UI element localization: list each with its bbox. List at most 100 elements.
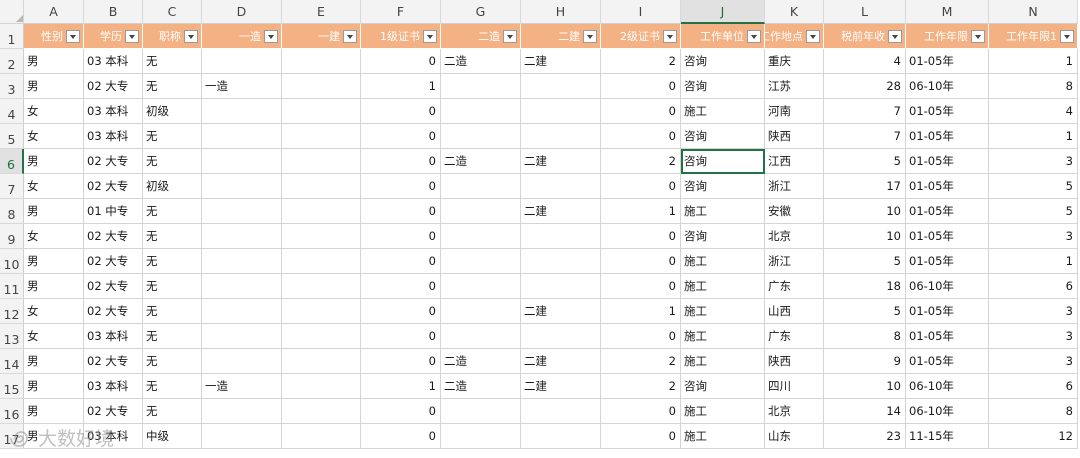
table-cell[interactable]: 二建 (521, 299, 601, 324)
table-cell[interactable]: 0 (601, 424, 681, 449)
table-cell[interactable] (441, 124, 521, 149)
table-cell[interactable]: 二建 (521, 199, 601, 224)
table-header-cell[interactable]: 二造 (441, 24, 521, 49)
table-cell[interactable] (521, 249, 601, 274)
table-cell[interactable]: 无 (143, 249, 202, 274)
table-cell[interactable]: 0 (361, 224, 441, 249)
table-cell[interactable]: 3 (989, 324, 1078, 349)
table-cell[interactable]: 初级 (143, 174, 202, 199)
filter-dropdown-button[interactable] (1060, 30, 1074, 43)
table-cell[interactable]: 6 (989, 274, 1078, 299)
table-cell[interactable]: 女 (24, 174, 84, 199)
table-cell[interactable]: 0 (601, 99, 681, 124)
table-header-cell[interactable]: 工作地点 (765, 24, 824, 49)
row-header[interactable]: 3 (0, 74, 24, 99)
table-cell[interactable] (282, 174, 361, 199)
table-cell[interactable]: 5 (989, 174, 1078, 199)
table-cell[interactable]: 浙江 (765, 249, 824, 274)
table-cell[interactable] (282, 149, 361, 174)
table-cell[interactable]: 28 (824, 74, 906, 99)
table-cell[interactable]: 0 (601, 174, 681, 199)
table-cell[interactable] (282, 399, 361, 424)
table-cell[interactable]: 2 (601, 49, 681, 74)
table-cell[interactable]: 5 (989, 199, 1078, 224)
table-cell[interactable] (521, 399, 601, 424)
table-cell[interactable] (282, 99, 361, 124)
table-cell[interactable]: 01-05年 (906, 299, 989, 324)
table-cell[interactable]: 女 (24, 224, 84, 249)
table-cell[interactable] (441, 74, 521, 99)
table-cell[interactable] (202, 224, 282, 249)
table-cell[interactable]: 03 本科 (84, 49, 143, 74)
filter-dropdown-button[interactable] (747, 30, 761, 43)
table-cell[interactable]: 重庆 (765, 49, 824, 74)
table-cell[interactable]: 无 (143, 199, 202, 224)
table-cell[interactable]: 02 大专 (84, 299, 143, 324)
table-cell[interactable]: 4 (824, 49, 906, 74)
table-cell[interactable]: 女 (24, 299, 84, 324)
table-cell[interactable]: 12 (989, 424, 1078, 449)
table-cell[interactable] (441, 199, 521, 224)
table-cell[interactable]: 陕西 (765, 124, 824, 149)
filter-dropdown-button[interactable] (806, 30, 820, 43)
row-header[interactable]: 16 (0, 399, 24, 424)
filter-dropdown-button[interactable] (264, 30, 278, 43)
table-cell[interactable]: 17 (824, 174, 906, 199)
table-cell[interactable]: 06-10年 (906, 274, 989, 299)
filter-dropdown-button[interactable] (343, 30, 357, 43)
table-cell[interactable] (282, 249, 361, 274)
table-cell[interactable] (202, 399, 282, 424)
table-cell[interactable]: 无 (143, 299, 202, 324)
row-header[interactable]: 8 (0, 199, 24, 224)
table-cell[interactable] (441, 399, 521, 424)
table-cell[interactable]: 03 本科 (84, 374, 143, 399)
table-cell[interactable] (521, 99, 601, 124)
filter-dropdown-button[interactable] (888, 30, 902, 43)
filter-dropdown-button[interactable] (503, 30, 517, 43)
table-cell[interactable]: 无 (143, 324, 202, 349)
row-header[interactable]: 15 (0, 374, 24, 399)
table-cell[interactable]: 8 (989, 74, 1078, 99)
table-cell[interactable]: 0 (361, 99, 441, 124)
table-cell[interactable]: 施工 (681, 424, 765, 449)
table-cell[interactable]: 0 (361, 124, 441, 149)
table-cell[interactable]: 施工 (681, 249, 765, 274)
table-cell[interactable]: 咨询 (681, 49, 765, 74)
table-cell[interactable]: 01-05年 (906, 249, 989, 274)
table-cell[interactable] (441, 249, 521, 274)
row-header[interactable]: 9 (0, 224, 24, 249)
table-cell[interactable]: 10 (824, 374, 906, 399)
table-cell[interactable] (202, 149, 282, 174)
table-header-cell[interactable]: 工作年限1 (989, 24, 1078, 49)
table-cell[interactable] (441, 174, 521, 199)
table-cell[interactable]: 0 (601, 74, 681, 99)
table-cell[interactable] (202, 274, 282, 299)
table-cell[interactable] (441, 274, 521, 299)
column-header-F[interactable]: F (361, 0, 441, 24)
table-cell[interactable]: 二造 (441, 149, 521, 174)
table-cell[interactable]: 01-05年 (906, 349, 989, 374)
table-cell[interactable]: 陕西 (765, 349, 824, 374)
table-cell[interactable]: 0 (601, 274, 681, 299)
table-cell[interactable]: 01-05年 (906, 224, 989, 249)
table-cell[interactable]: 10 (824, 199, 906, 224)
column-header-G[interactable]: G (441, 0, 521, 24)
filter-dropdown-button[interactable] (184, 30, 198, 43)
table-cell[interactable]: 0 (361, 174, 441, 199)
table-cell[interactable] (282, 374, 361, 399)
table-cell[interactable]: 咨询 (681, 124, 765, 149)
table-cell[interactable]: 广东 (765, 324, 824, 349)
table-cell[interactable]: 14 (824, 399, 906, 424)
table-cell[interactable]: 男 (24, 149, 84, 174)
table-cell[interactable]: 无 (143, 74, 202, 99)
table-cell[interactable]: 咨询 (681, 374, 765, 399)
table-cell[interactable]: 施工 (681, 299, 765, 324)
table-cell[interactable]: 02 大专 (84, 349, 143, 374)
table-cell[interactable]: 无 (143, 374, 202, 399)
table-cell[interactable]: 0 (361, 399, 441, 424)
table-cell[interactable] (521, 74, 601, 99)
column-header-D[interactable]: D (202, 0, 282, 24)
table-cell[interactable]: 2 (601, 349, 681, 374)
table-cell[interactable]: 7 (824, 99, 906, 124)
table-cell[interactable]: 二造 (441, 374, 521, 399)
